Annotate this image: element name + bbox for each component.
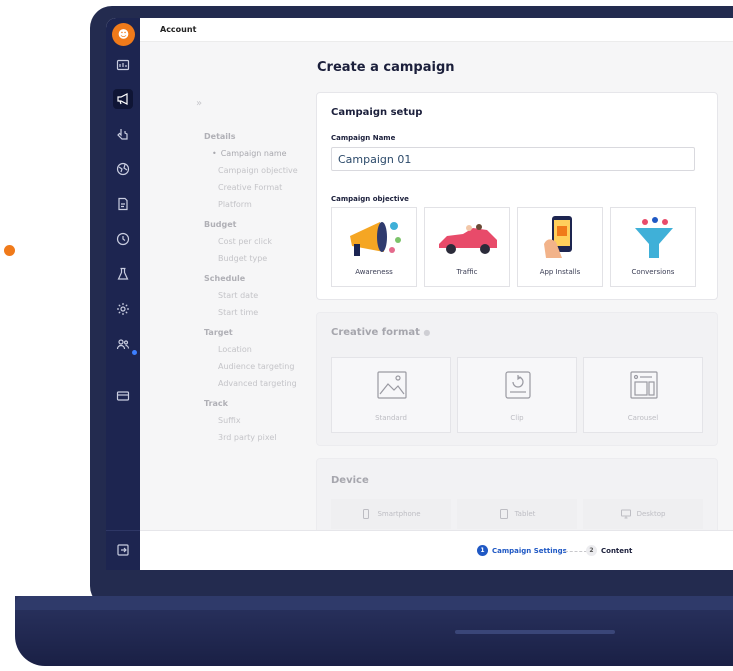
step-1-number: 1 (477, 545, 488, 556)
megaphone-icon[interactable] (113, 89, 133, 109)
nav-item-audience-targeting[interactable]: Audience targeting (218, 362, 294, 371)
nav-item-campaign-objective[interactable]: Campaign objective (218, 166, 298, 175)
tablet-icon (499, 509, 508, 519)
sidebar: ☻ (106, 18, 140, 570)
nav-item-budget-type[interactable]: Budget type (218, 254, 267, 263)
campaign-objective-label: Campaign objective (331, 195, 409, 203)
info-icon[interactable]: ● (423, 328, 430, 337)
reports-icon[interactable] (113, 55, 133, 75)
creative-format-card: Creative format ● Standard Clip Carousel (316, 312, 718, 446)
nav-group-budget[interactable]: Budget (204, 220, 237, 229)
objective-conversions[interactable]: Conversions (610, 207, 696, 287)
format-carousel[interactable]: Carousel (583, 357, 703, 433)
objective-app-installs[interactable]: App Installs (517, 207, 603, 287)
step-1-label: Campaign Settings (492, 546, 567, 555)
bottom-bar: 1 Campaign Settings 2 Content (140, 530, 733, 570)
nav-item-3rd-party-pixel[interactable]: 3rd party pixel (218, 433, 276, 442)
device-smartphone[interactable]: Smartphone (331, 499, 451, 529)
device-desktop[interactable]: Desktop (583, 499, 703, 529)
format-carousel-label: Carousel (627, 414, 659, 422)
clock-icon[interactable] (113, 229, 133, 249)
users-icon[interactable] (113, 334, 133, 354)
laptop-mockup: ☻ Account » Details • Campaign name Camp… (0, 0, 733, 671)
flask-icon[interactable] (113, 264, 133, 284)
step-campaign-settings[interactable]: 1 Campaign Settings (477, 545, 567, 556)
top-bar: Account (140, 18, 733, 42)
step-connector (565, 551, 587, 552)
objective-app-installs-label: App Installs (539, 268, 581, 276)
device-smartphone-label: Smartphone (377, 510, 421, 518)
nav-item-suffix[interactable]: Suffix (218, 416, 241, 425)
nav-collapse-icon[interactable]: » (196, 98, 202, 109)
device-desktop-label: Desktop (636, 510, 666, 518)
nav-item-label: Campaign name (220, 149, 287, 158)
decorative-dot (4, 245, 15, 256)
current-item-marker: • (212, 149, 217, 158)
device-tablet[interactable]: Tablet (457, 499, 577, 529)
objective-awareness[interactable]: Awareness (331, 207, 417, 287)
objective-traffic[interactable]: Traffic (424, 207, 510, 287)
megaphone-illustration (350, 222, 401, 256)
step-2-label: Content (601, 546, 633, 555)
campaign-setup-title: Campaign setup (331, 107, 423, 118)
format-clip[interactable]: Clip (457, 357, 577, 433)
nav-item-advanced-targeting[interactable]: Advanced targeting (218, 379, 297, 388)
format-standard[interactable]: Standard (331, 357, 451, 433)
device-tablet-label: Tablet (514, 510, 536, 518)
creative-format-title: Creative format ● (331, 327, 431, 338)
nav-item-campaign-name[interactable]: • Campaign name (212, 149, 287, 158)
nav-group-details[interactable]: Details (204, 132, 236, 141)
laptop-groove (455, 630, 615, 634)
campaign-setup-card: Campaign setup Campaign Name Campaign ob… (316, 92, 718, 300)
funnel-illustration (635, 217, 673, 258)
campaign-name-label: Campaign Name (331, 134, 396, 142)
nav-group-target[interactable]: Target (204, 328, 233, 337)
nav-group-track[interactable]: Track (204, 399, 228, 408)
logo-icon[interactable]: ☻ (112, 23, 135, 46)
carousel-icon (630, 371, 658, 399)
step-2-number: 2 (586, 545, 597, 556)
pointer-icon[interactable] (113, 124, 133, 144)
phone-illustration (544, 216, 572, 258)
objective-traffic-label: Traffic (456, 268, 478, 276)
device-card: Device Smartphone Tablet Desktop (316, 458, 718, 538)
format-clip-label: Clip (510, 414, 524, 422)
clip-icon (505, 371, 531, 399)
nav-item-start-date[interactable]: Start date (218, 291, 258, 300)
campaign-name-input[interactable] (331, 147, 695, 171)
app-screen: ☻ Account » Details • Campaign name Camp… (106, 18, 733, 570)
nav-item-creative-format[interactable]: Creative Format (218, 183, 282, 192)
nav-item-start-time[interactable]: Start time (218, 308, 258, 317)
account-title: Account (160, 25, 197, 34)
page-title: Create a campaign (317, 60, 455, 75)
exit-icon[interactable] (113, 540, 133, 560)
document-icon[interactable] (113, 194, 133, 214)
desktop-icon (620, 509, 631, 519)
nav-item-platform[interactable]: Platform (218, 200, 252, 209)
nav-group-schedule[interactable]: Schedule (204, 274, 245, 283)
step-content[interactable]: 2 Content (586, 545, 632, 556)
nav-item-location[interactable]: Location (218, 345, 252, 354)
device-title: Device (331, 475, 369, 486)
card-icon[interactable] (113, 386, 133, 406)
image-icon (377, 371, 407, 399)
laptop-base-hinge (15, 596, 733, 610)
objective-conversions-label: Conversions (631, 268, 675, 276)
nav-item-cost-per-click[interactable]: Cost per click (218, 237, 272, 246)
notification-dot (132, 350, 137, 355)
globe-icon[interactable] (113, 159, 133, 179)
gear-icon[interactable] (113, 299, 133, 319)
format-standard-label: Standard (375, 414, 407, 422)
objective-awareness-label: Awareness (355, 268, 393, 276)
sidebar-divider (106, 530, 140, 531)
main-content: » Details • Campaign name Campaign objectiv… (140, 42, 733, 538)
car-illustration (439, 224, 497, 254)
smartphone-icon (363, 509, 370, 519)
